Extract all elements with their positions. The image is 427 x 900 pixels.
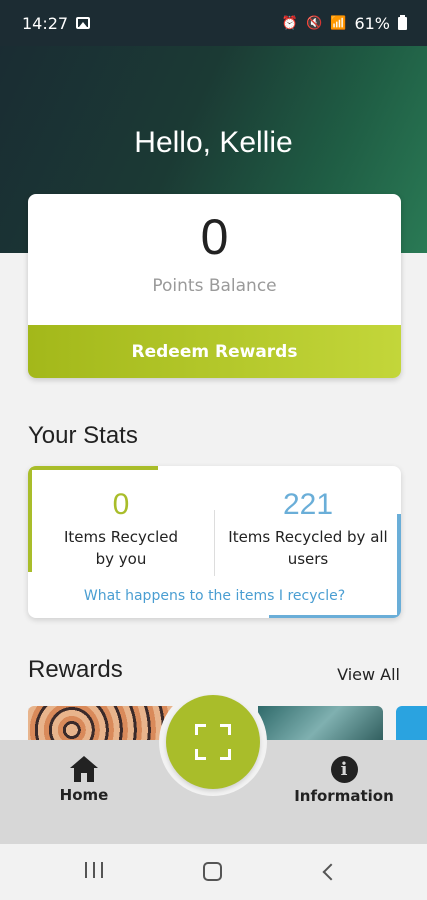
image-notification-icon <box>76 17 91 29</box>
items-by-all-label: Items Recycled by all users <box>228 528 388 568</box>
items-by-you-label: Items Recycled by you <box>64 528 178 568</box>
stats-accent-blue-bottom <box>269 615 401 618</box>
scan-frame-icon <box>195 724 231 760</box>
nav-information-label: Information <box>294 787 394 805</box>
items-by-all-value: 221 <box>282 488 334 521</box>
mute-icon: 🔇 <box>306 15 323 31</box>
scan-button[interactable] <box>166 695 260 789</box>
status-time: 14:27 <box>22 13 69 33</box>
status-bar: 14:27 ⏰ 🔇 📶 61% <box>0 0 427 46</box>
your-stats-title: Your Stats <box>28 422 138 449</box>
home-icon <box>70 756 98 782</box>
points-balance-label: Points Balance <box>152 276 277 296</box>
nav-information-button[interactable]: i Information <box>284 756 404 805</box>
nav-home-label: Home <box>59 786 109 804</box>
alarm-icon: ⏰ <box>281 15 299 31</box>
nav-home-button[interactable]: Home <box>44 756 124 804</box>
items-by-you-value: 0 <box>112 488 130 521</box>
rewards-title: Rewards <box>28 656 123 683</box>
system-home-button[interactable] <box>203 862 222 881</box>
system-navigation-bar <box>0 844 427 900</box>
recycle-info-link[interactable]: What happens to the items I recycle? <box>28 588 401 604</box>
stats-accent-green-top <box>28 466 158 470</box>
wifi-icon: 📶 <box>330 15 347 31</box>
view-all-rewards-link[interactable]: View All <box>337 665 400 684</box>
stat-items-by-you: 0 Items Recycled by you <box>28 488 214 570</box>
points-card: 0 Points Balance Redeem Rewards <box>28 194 401 378</box>
redeem-rewards-button[interactable]: Redeem Rewards <box>28 325 401 378</box>
stats-card: 0 Items Recycled by you 221 Items Recycl… <box>28 466 401 618</box>
points-balance-value: 0 <box>200 209 229 265</box>
scan-button-ring <box>159 688 267 796</box>
recent-apps-button[interactable] <box>85 862 103 880</box>
info-icon: i <box>330 756 358 783</box>
battery-icon <box>398 14 407 30</box>
greeting-title: Hello, Kellie <box>134 126 293 159</box>
stat-items-by-all: 221 Items Recycled by all users <box>215 488 401 570</box>
battery-percent: 61% <box>354 13 390 33</box>
back-button[interactable] <box>322 863 340 881</box>
